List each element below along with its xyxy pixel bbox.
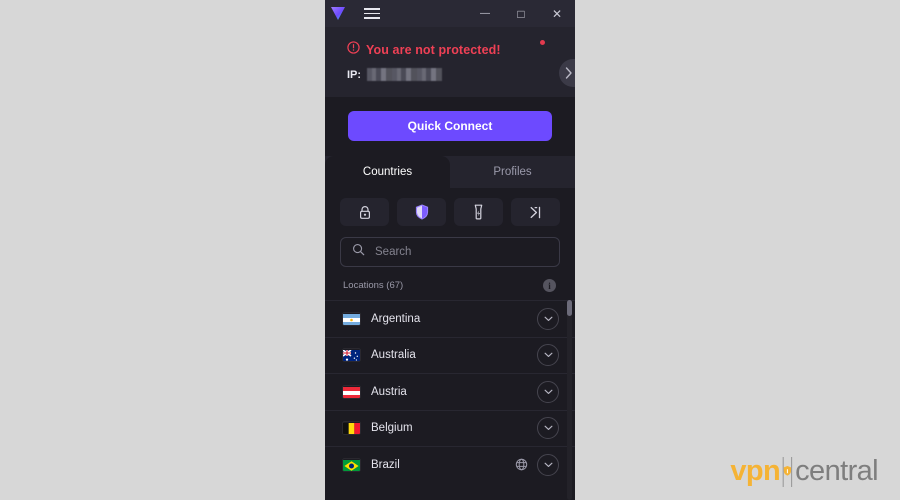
chevron-down-icon[interactable]: [537, 417, 559, 440]
ip-label: IP:: [347, 68, 362, 81]
notification-dot: [540, 40, 545, 45]
search-box[interactable]: [340, 237, 560, 267]
search-icon: [352, 243, 365, 261]
vpncentral-watermark: vpn central: [730, 455, 878, 488]
country-list[interactable]: Argentina Australia Austria Belgium Braz…: [325, 300, 575, 500]
country-name: Argentina: [371, 312, 421, 325]
watermark-central-text: central: [795, 455, 878, 487]
tab-profiles[interactable]: Profiles: [450, 156, 575, 188]
app-window: — □ ✕ You are not protected! IP: Quick C…: [325, 0, 575, 500]
quick-connect-button[interactable]: Quick Connect: [348, 111, 552, 141]
status-header: You are not protected! IP:: [325, 27, 575, 97]
info-icon[interactable]: i: [543, 279, 556, 292]
list-item[interactable]: Brazil: [325, 446, 575, 483]
tab-countries-label: Countries: [362, 166, 413, 178]
hamburger-line: [364, 8, 380, 10]
shield-icon: [781, 456, 794, 487]
country-name: Belgium: [371, 422, 413, 435]
hamburger-menu-button[interactable]: [355, 4, 389, 24]
tab-profiles-label: Profiles: [493, 166, 532, 178]
feature-toolbar: [325, 188, 575, 226]
ip-row: IP:: [347, 68, 575, 81]
flag-australia-icon: [343, 349, 360, 362]
search-input[interactable]: [373, 245, 548, 259]
status-text: You are not protected!: [366, 43, 501, 57]
country-name: Australia: [371, 349, 416, 362]
hamburger-line: [364, 12, 380, 15]
locations-header: Locations (67) i: [325, 267, 575, 300]
shield-icon: [415, 204, 428, 220]
padlock-icon: [359, 205, 370, 219]
kill-switch-button[interactable]: [454, 198, 503, 226]
list-item[interactable]: Belgium: [325, 409, 575, 447]
list-item[interactable]: Australia: [325, 336, 575, 374]
chevron-down-icon[interactable]: [537, 380, 559, 403]
exclamation-circle-icon: [347, 41, 360, 59]
flag-austria-icon: [343, 386, 360, 398]
side-panel-toggle-button[interactable]: [559, 59, 575, 87]
protonvpn-logo-icon: [325, 6, 351, 21]
tab-countries[interactable]: Countries: [325, 156, 450, 188]
chevron-down-icon[interactable]: [537, 344, 559, 367]
minimize-button[interactable]: —: [467, 0, 503, 27]
country-name: Austria: [371, 385, 407, 398]
flag-belgium-icon: [343, 422, 360, 435]
window-controls: — □ ✕: [467, 0, 575, 27]
country-list-scrollbar[interactable]: [567, 300, 572, 500]
secure-core-button[interactable]: [340, 198, 389, 226]
panel-body: Locations (67) i Argentina: [325, 188, 575, 500]
list-item[interactable]: Argentina: [325, 300, 575, 337]
tab-bar: Countries Profiles: [325, 156, 575, 188]
chevron-right-icon: [565, 67, 572, 79]
country-name: Brazil: [371, 458, 400, 471]
hamburger-line: [364, 17, 380, 19]
close-button[interactable]: ✕: [539, 0, 575, 27]
scrollbar-thumb[interactable]: [567, 300, 572, 316]
title-bar: — □ ✕: [325, 0, 575, 27]
watermark-vpn-text: vpn: [730, 455, 781, 487]
locations-count-label: Locations (67): [343, 280, 404, 291]
globe-icon[interactable]: [515, 458, 528, 471]
port-forwarding-button[interactable]: [511, 198, 560, 226]
bottle-icon: [474, 204, 483, 220]
flag-brazil-icon: [343, 459, 360, 471]
flag-argentina-icon: [343, 313, 360, 325]
netshield-button[interactable]: [397, 198, 446, 226]
arrow-to-line-icon: [530, 206, 541, 218]
maximize-button[interactable]: □: [503, 0, 539, 27]
search-area: [325, 226, 575, 267]
chevron-down-icon[interactable]: [537, 307, 559, 330]
chevron-down-icon[interactable]: [537, 453, 559, 476]
list-item[interactable]: Austria: [325, 373, 575, 410]
quick-connect-area: Quick Connect: [325, 97, 575, 156]
ip-value-redacted: [367, 68, 443, 81]
